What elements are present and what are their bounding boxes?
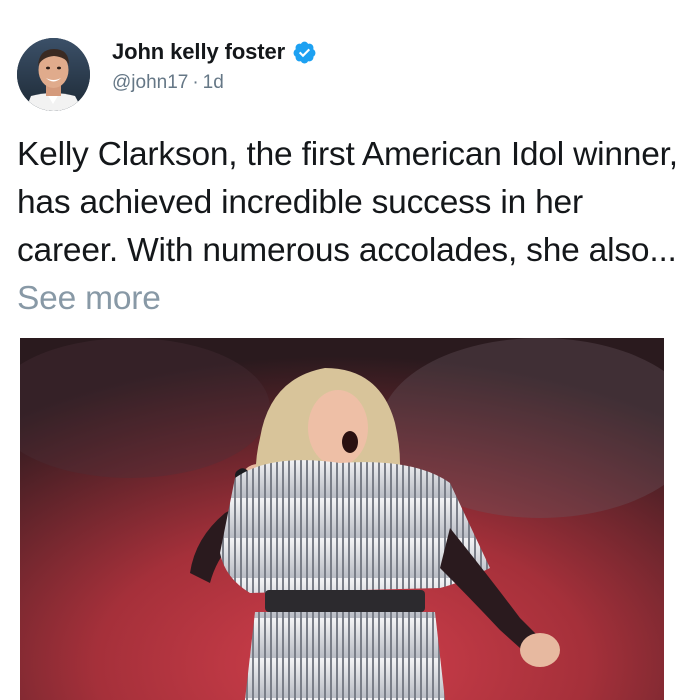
- meta-separator: ·: [192, 72, 199, 93]
- post-timestamp[interactable]: 1d: [203, 72, 224, 94]
- verified-badge-icon: [292, 40, 317, 65]
- post-text-content: Kelly Clarkson, the first American Idol …: [17, 136, 678, 269]
- see-more-link[interactable]: See more: [17, 280, 161, 317]
- author-name-row: John kelly foster: [112, 39, 317, 65]
- post-media-image[interactable]: [20, 338, 664, 700]
- post-text: Kelly Clarkson, the first American Idol …: [17, 131, 687, 323]
- author-handle[interactable]: @john17: [112, 72, 188, 94]
- author-avatar[interactable]: [17, 38, 90, 111]
- avatar-photo-icon: [17, 38, 90, 111]
- concert-photo: [20, 338, 664, 700]
- author-display-name[interactable]: John kelly foster: [112, 39, 285, 65]
- social-post: John kelly foster @john17 · 1d Kelly Clark…: [0, 0, 700, 700]
- author-meta: @john17 · 1d: [112, 72, 224, 94]
